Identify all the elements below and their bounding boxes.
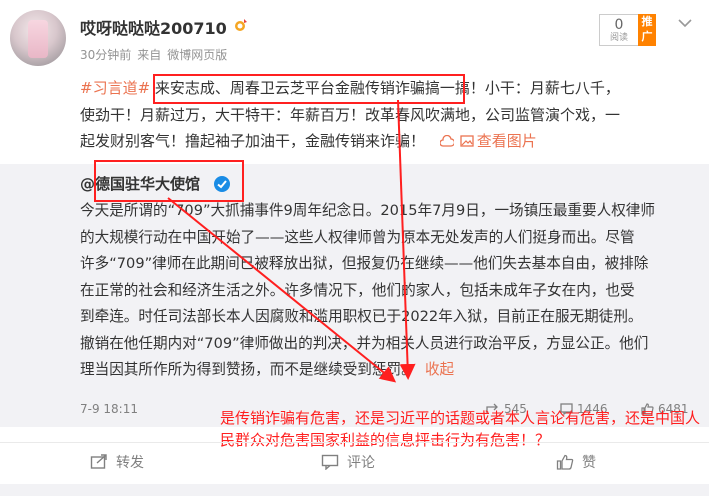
arrow-from-author bbox=[167, 197, 397, 383]
like-icon bbox=[556, 454, 574, 470]
repost-label: 转发 bbox=[116, 455, 144, 471]
repost-button[interactable]: 转发 bbox=[90, 452, 144, 472]
like-label: 赞 bbox=[582, 455, 596, 471]
like-button[interactable]: 赞 bbox=[556, 452, 596, 472]
comment-label: 评论 bbox=[347, 455, 375, 471]
comment-button[interactable]: 评论 bbox=[321, 452, 375, 472]
arrow-from-post bbox=[397, 99, 416, 380]
comment-bubble-icon bbox=[321, 454, 339, 471]
bottom-divider bbox=[0, 484, 709, 496]
share-icon bbox=[90, 454, 107, 469]
